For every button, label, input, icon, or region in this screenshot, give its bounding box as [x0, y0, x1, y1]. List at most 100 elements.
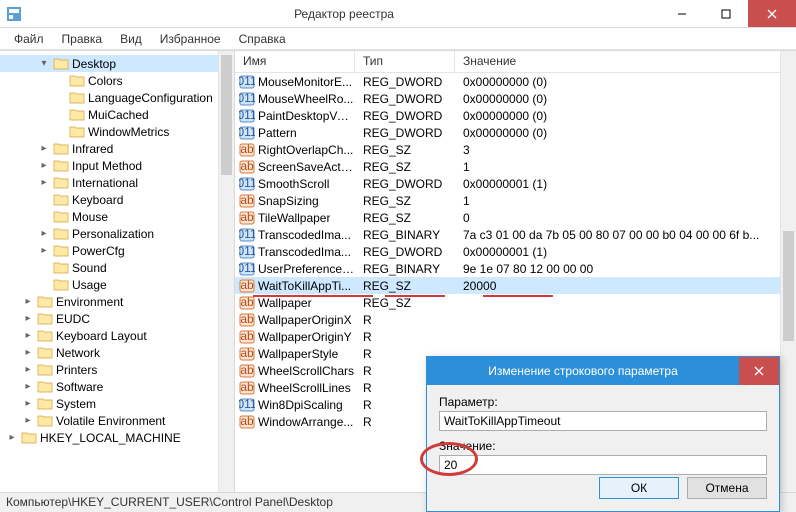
list-row[interactable]: 011MouseMonitorE...REG_DWORD0x00000000 (… [235, 73, 796, 90]
tree-item[interactable]: ▸ EUDC [0, 310, 234, 327]
value-name: PaintDesktopVer... [258, 109, 355, 123]
tree-item[interactable]: Colors [0, 72, 234, 89]
expand-icon[interactable]: ▸ [22, 364, 34, 375]
list-row[interactable]: abSnapSizingREG_SZ1 [235, 192, 796, 209]
col-name[interactable]: Имя [235, 51, 355, 72]
list-row[interactable]: abTileWallpaperREG_SZ0 [235, 209, 796, 226]
tree-panel[interactable]: ▾DesktopColorsLanguageConfigurationMuiCa… [0, 51, 235, 492]
tree-item[interactable]: Keyboard [0, 191, 234, 208]
list-row[interactable]: 011SmoothScrollREG_DWORD0x00000001 (1) [235, 175, 796, 192]
col-type[interactable]: Тип [355, 51, 455, 72]
param-input[interactable] [439, 411, 767, 431]
expand-icon[interactable]: ▸ [38, 143, 50, 154]
expand-icon[interactable]: ▸ [22, 330, 34, 341]
svg-text:011: 011 [239, 244, 255, 258]
ok-button[interactable]: ОК [599, 477, 679, 499]
value-type: REG_DWORD [355, 177, 455, 191]
expand-icon[interactable]: ▸ [22, 415, 34, 426]
list-row[interactable]: 011PatternREG_DWORD0x00000000 (0) [235, 124, 796, 141]
expand-icon[interactable]: ▸ [22, 398, 34, 409]
list-row[interactable]: 011PaintDesktopVer...REG_DWORD0x00000000… [235, 107, 796, 124]
list-row[interactable]: 011TranscodedIma...REG_BINARY7a c3 01 00… [235, 226, 796, 243]
svg-text:ab: ab [240, 380, 254, 394]
list-header[interactable]: Имя Тип Значение [235, 51, 796, 73]
minimize-button[interactable] [660, 0, 704, 27]
tree-item-label: EUDC [56, 312, 90, 326]
expand-icon[interactable]: ▸ [38, 160, 50, 171]
close-button[interactable] [748, 0, 796, 27]
expand-icon[interactable]: ▾ [38, 58, 50, 69]
tree-item[interactable]: ▸International [0, 174, 234, 191]
menu-item[interactable]: Файл [6, 30, 52, 48]
svg-text:ab: ab [240, 159, 254, 173]
menu-item[interactable]: Избранное [152, 30, 229, 48]
tree-item[interactable]: ▸HKEY_LOCAL_MACHINE [0, 429, 234, 446]
tree-item[interactable]: ▸Infrared [0, 140, 234, 157]
value-type: REG_BINARY [355, 262, 455, 276]
list-row[interactable]: 011TranscodedIma...REG_DWORD0x00000001 (… [235, 243, 796, 260]
tree-item[interactable]: ▸Keyboard Layout [0, 327, 234, 344]
list-row[interactable]: abWallpaperOriginYR [235, 328, 796, 345]
value-name: WallpaperStyle [258, 347, 338, 361]
list-row[interactable]: abWaitToKillAppTi...REG_SZ20000 [235, 277, 796, 294]
tree-item[interactable]: ▸Input Method [0, 157, 234, 174]
annotation-underline [253, 295, 373, 297]
title-bar: Редактор реестра [0, 0, 796, 28]
value-data: 9e 1e 07 80 12 00 00 00 [455, 262, 796, 276]
expand-icon[interactable]: ▸ [22, 313, 34, 324]
svg-text:011: 011 [239, 261, 255, 275]
menu-item[interactable]: Вид [112, 30, 150, 48]
expand-icon[interactable]: ▸ [38, 245, 50, 256]
expand-icon[interactable]: ▸ [22, 296, 34, 307]
menu-item[interactable]: Правка [54, 30, 111, 48]
value-data: 3 [455, 143, 796, 157]
value-name: SnapSizing [258, 194, 319, 208]
tree-item[interactable]: Usage [0, 276, 234, 293]
expand-icon[interactable]: ▸ [22, 381, 34, 392]
dialog-close-button[interactable] [739, 357, 779, 385]
tree-item[interactable]: ▾Desktop [0, 55, 234, 72]
expand-icon[interactable]: ▸ [6, 432, 18, 443]
tree-item[interactable]: Mouse [0, 208, 234, 225]
value-name: WheelScrollChars [258, 364, 354, 378]
tree-item[interactable]: ▸Printers [0, 361, 234, 378]
tree-item[interactable]: ▸Network [0, 344, 234, 361]
tree-item[interactable]: ▸Environment [0, 293, 234, 310]
tree-item[interactable]: ▸Software [0, 378, 234, 395]
tree-item[interactable]: ▸Personalization [0, 225, 234, 242]
cancel-button[interactable]: Отмена [687, 477, 767, 499]
expand-icon[interactable]: ▸ [38, 228, 50, 239]
svg-text:ab: ab [240, 295, 254, 309]
maximize-button[interactable] [704, 0, 748, 27]
tree-item[interactable]: ▸Volatile Environment [0, 412, 234, 429]
expand-icon[interactable]: ▸ [38, 177, 50, 188]
list-row[interactable]: 011UserPreferences...REG_BINARY9e 1e 07 … [235, 260, 796, 277]
list-row[interactable]: abRightOverlapCh...REG_SZ3 [235, 141, 796, 158]
value-data: 1 [455, 194, 796, 208]
dialog-title: Изменение строкового параметра [427, 364, 739, 378]
value-name: Wallpaper [258, 296, 312, 310]
tree-item[interactable]: LanguageConfiguration [0, 89, 234, 106]
value-data: 0x00000000 (0) [455, 109, 796, 123]
tree-item[interactable]: WindowMetrics [0, 123, 234, 140]
value-name: Win8DpiScaling [258, 398, 343, 412]
value-type: REG_SZ [355, 279, 455, 293]
list-row[interactable]: abScreenSaveActiveREG_SZ1 [235, 158, 796, 175]
tree-item[interactable]: MuiCached [0, 106, 234, 123]
tree-item[interactable]: ▸PowerCfg [0, 242, 234, 259]
dialog-title-bar[interactable]: Изменение строкового параметра [427, 357, 779, 385]
menu-item[interactable]: Справка [231, 30, 294, 48]
list-scrollbar[interactable] [780, 51, 796, 492]
value-input[interactable] [439, 455, 767, 475]
svg-text:ab: ab [240, 210, 254, 224]
list-row[interactable]: abWallpaperOriginXR [235, 311, 796, 328]
list-row[interactable]: 011MouseWheelRo...REG_DWORD0x00000000 (0… [235, 90, 796, 107]
value-type: R [355, 313, 455, 327]
svg-text:011: 011 [239, 91, 255, 105]
tree-scrollbar[interactable] [218, 51, 234, 492]
col-value[interactable]: Значение [455, 51, 796, 72]
expand-icon[interactable]: ▸ [22, 347, 34, 358]
value-data: 7a c3 01 00 da 7b 05 00 80 07 00 00 b0 0… [455, 228, 796, 242]
tree-item[interactable]: Sound [0, 259, 234, 276]
tree-item[interactable]: ▸System [0, 395, 234, 412]
